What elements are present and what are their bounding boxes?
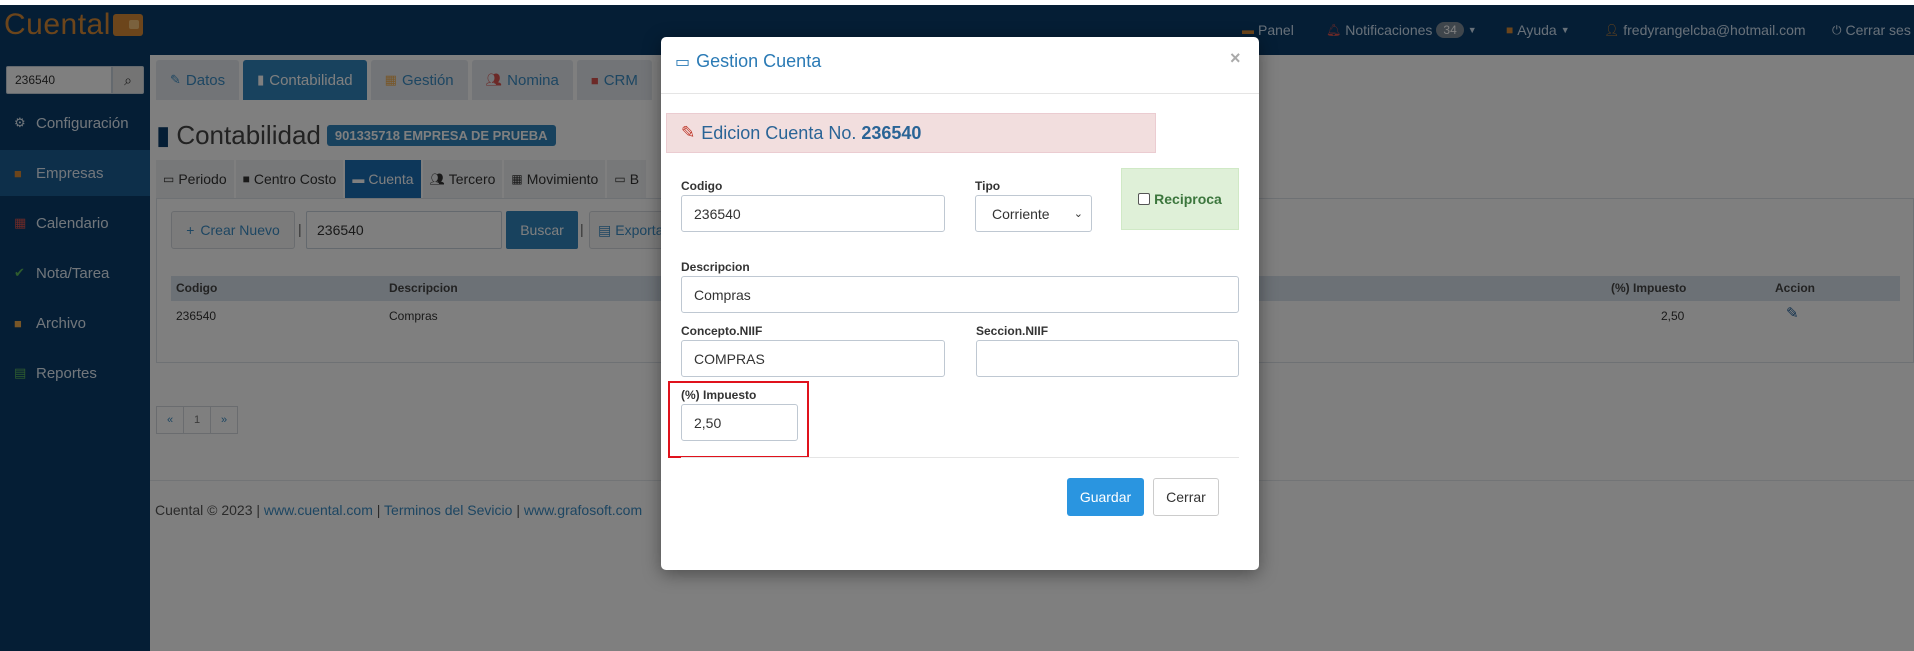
concepto-niif-input[interactable]: [681, 340, 945, 377]
edit-account-prefix: Edicion Cuenta No.: [701, 122, 857, 143]
save-button[interactable]: Guardar: [1067, 478, 1144, 516]
modal-title: ▭ Gestion Cuenta: [675, 51, 821, 72]
label-descripcion: Descripcion: [681, 260, 750, 274]
label-seccion-niif: Seccion.NIIF: [976, 324, 1049, 338]
seccion-niif-input[interactable]: [976, 340, 1239, 377]
tipo-select[interactable]: Corriente ⌄: [975, 195, 1092, 232]
modal-title-text: Gestion Cuenta: [696, 51, 822, 71]
descripcion-input[interactable]: [681, 276, 1239, 313]
chevron-down-icon: ⌄: [1073, 208, 1083, 220]
label-tipo: Tipo: [975, 179, 1001, 193]
codigo-input[interactable]: [681, 195, 945, 232]
edit-account-number: 236540: [861, 122, 922, 143]
credit-card-icon: ▭: [675, 53, 691, 71]
divider: [681, 457, 1239, 458]
close-button[interactable]: Cerrar: [1153, 478, 1219, 516]
pencil-icon: ✎: [681, 123, 696, 142]
tipo-selected: Corriente: [992, 205, 1050, 222]
label-codigo: Codigo: [681, 179, 723, 193]
reciproca-label: Reciproca: [1154, 191, 1222, 207]
highlight-box: [668, 381, 809, 458]
close-icon[interactable]: ×: [1230, 48, 1241, 69]
edit-account-alert: ✎ Edicion Cuenta No. 236540: [666, 113, 1156, 153]
reciproca-checkbox[interactable]: [1138, 193, 1151, 205]
divider: [661, 93, 1259, 94]
label-concepto-niif: Concepto.NIIF: [681, 324, 763, 338]
reciproca-checkbox-group[interactable]: Reciproca: [1121, 168, 1239, 230]
